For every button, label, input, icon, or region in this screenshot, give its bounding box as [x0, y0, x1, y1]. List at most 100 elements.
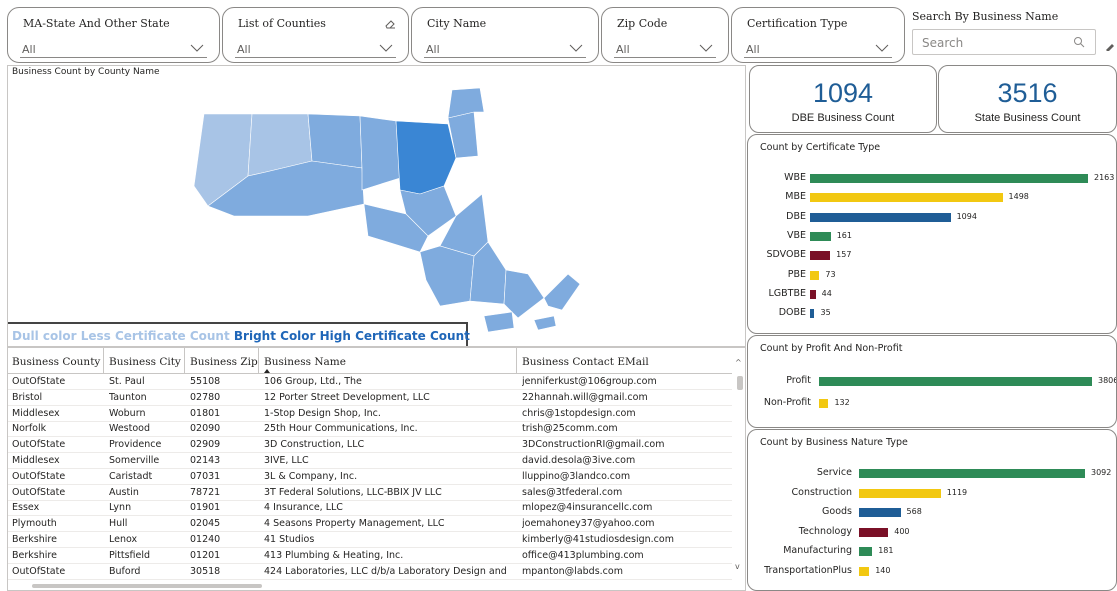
table-row[interactable]: Berkshire Pittsfield 01201 413 Plumbing & H… — [8, 549, 732, 564]
table-row[interactable]: Bristol Taunton 02780 12 Porter Street Deve… — [8, 391, 732, 406]
bar[interactable] — [859, 527, 889, 537]
bar[interactable] — [859, 547, 873, 556]
bar-row[interactable]: MBE 1498 — [748, 190, 1116, 204]
table-row[interactable]: OutOfState Buford 30518 424 Laboratories, L… — [8, 565, 732, 580]
scrollbar-thumb[interactable] — [32, 584, 262, 588]
bar[interactable] — [810, 309, 815, 319]
dropdown-city[interactable]: All — [424, 38, 586, 58]
dropdown-state[interactable]: All — [20, 38, 207, 58]
column-divider[interactable] — [184, 348, 185, 374]
bar[interactable] — [810, 212, 951, 222]
column-header-email[interactable]: Business Contact EMail — [522, 356, 649, 368]
bar[interactable] — [810, 193, 1003, 203]
bar[interactable] — [810, 289, 816, 299]
county-shape[interactable] — [503, 269, 545, 319]
column-header-city[interactable]: Business City — [109, 356, 181, 368]
table-row[interactable]: Middlesex Woburn 01801 1-Stop Design Shop, … — [8, 407, 732, 422]
bar[interactable] — [810, 174, 1088, 183]
dropdown-zip[interactable]: All — [614, 38, 716, 58]
column-header-county[interactable]: Business County — [12, 356, 100, 368]
county-shape[interactable] — [533, 315, 557, 331]
county-shape[interactable] — [359, 115, 401, 191]
county-map[interactable] — [8, 66, 746, 347]
county-shape[interactable] — [307, 113, 363, 169]
slicer-certification[interactable]: Certification Type All — [731, 7, 905, 63]
bar[interactable] — [819, 399, 829, 408]
bar-row[interactable]: Goods 568 — [748, 505, 1116, 519]
bar[interactable] — [810, 251, 831, 261]
scroll-down-icon[interactable]: v — [735, 562, 740, 571]
chevron-down-icon[interactable] — [568, 42, 584, 54]
bar[interactable] — [810, 231, 831, 241]
scrollbar-thumb[interactable] — [737, 376, 743, 390]
scroll-up-icon[interactable]: ^ — [735, 358, 742, 367]
bar-row[interactable]: Service 3092 — [748, 466, 1116, 480]
chevron-down-icon[interactable] — [698, 42, 714, 54]
bar-row[interactable]: Manufacturing 181 — [748, 544, 1116, 558]
bar-row[interactable]: PBE 73 — [748, 268, 1116, 282]
bar-row[interactable]: WBE 2163 — [748, 171, 1116, 185]
county-map-panel: Business Count by County Name Dull color… — [7, 65, 746, 347]
chevron-down-icon[interactable] — [189, 42, 205, 54]
bar-row[interactable]: TransportationPlus 140 — [748, 564, 1116, 578]
table-row[interactable]: Middlesex Somerville 02143 3IVE, LLC david.d… — [8, 454, 732, 469]
bar-row[interactable]: Technology 400 — [748, 525, 1116, 539]
table-row[interactable]: OutOfState Providence 02909 3D Construction… — [8, 438, 732, 454]
profit-chart[interactable]: Count by Profit And Non-Profit Profit 380… — [747, 335, 1117, 428]
bar[interactable] — [859, 469, 1085, 478]
county-shape[interactable] — [543, 273, 581, 311]
bar-value-label: 181 — [878, 546, 894, 555]
table-row[interactable]: Essex Lynn 01901 4 Insurance, LLC mlopez@4in… — [8, 501, 732, 517]
bar[interactable] — [810, 270, 820, 280]
certificate-type-chart[interactable]: Count by Certificate Type WBE 2163 MBE 1498… — [747, 134, 1117, 334]
vertical-scrollbar[interactable]: ^ v — [733, 358, 744, 578]
eraser-icon[interactable] — [1104, 41, 1116, 53]
slicer-title: Zip Code — [617, 17, 668, 30]
table-row[interactable]: OutOfState St. Paul 55108 106 Group, Ltd., … — [8, 375, 732, 390]
slicer-title: MA-State And Other State — [23, 17, 170, 30]
county-shape[interactable] — [419, 245, 475, 307]
county-shape[interactable] — [447, 87, 485, 119]
bar[interactable] — [859, 508, 901, 517]
business-nature-chart[interactable]: Count by Business Nature Type Service 309… — [747, 429, 1117, 591]
table-cell: 02045 — [190, 518, 221, 530]
dropdown-certification[interactable]: All — [744, 38, 892, 58]
search-icon[interactable] — [1073, 36, 1085, 48]
slicer-zip[interactable]: Zip Code All — [601, 7, 729, 63]
chevron-down-icon[interactable] — [874, 42, 890, 54]
bar-row[interactable]: LGBTBE 44 — [748, 287, 1116, 301]
table-row[interactable]: Berkshire Lenox 01240 41 Studios kimberly@41… — [8, 533, 732, 548]
dropdown-counties[interactable]: All — [235, 38, 396, 58]
eraser-icon[interactable] — [384, 18, 396, 30]
bar[interactable] — [859, 566, 870, 576]
chevron-down-icon[interactable] — [378, 42, 394, 54]
table-cell: Austin — [109, 486, 139, 498]
table-cell: 25th Hour Communications, Inc. — [264, 423, 418, 435]
slicer-counties[interactable]: List of Counties All — [222, 7, 409, 63]
slicer-state[interactable]: MA-State And Other State All — [7, 7, 220, 63]
bar[interactable] — [859, 488, 941, 498]
bar-row[interactable]: SDVOBE 157 — [748, 248, 1116, 262]
column-divider[interactable] — [258, 348, 259, 374]
slicer-city[interactable]: City Name All — [411, 7, 599, 63]
search-input[interactable]: Search — [912, 29, 1096, 55]
bar-row[interactable]: Non-Profit 132 — [748, 396, 1116, 410]
bar-row[interactable]: Profit 3806 — [748, 374, 1116, 388]
column-header-zip[interactable]: Business Zip — [190, 356, 258, 368]
county-shape[interactable] — [483, 311, 515, 333]
table-row[interactable]: OutOfState Austin 78721 3T Federal Solution… — [8, 486, 732, 501]
bar-row[interactable]: Construction 1119 — [748, 486, 1116, 500]
column-divider[interactable] — [516, 348, 517, 374]
bar-category-label: TransportationPlus — [764, 564, 852, 576]
column-header-name[interactable]: Business Name — [264, 356, 346, 368]
bar-row[interactable]: DOBE 35 — [748, 306, 1116, 320]
table-row[interactable]: Plymouth Hull 02045 4 Seasons Property Mana… — [8, 517, 732, 533]
bar-row[interactable]: DBE 1094 — [748, 210, 1116, 224]
county-shape[interactable] — [395, 120, 457, 195]
table-row[interactable]: OutOfState Caristadt 07031 3L & Company, In… — [8, 470, 732, 485]
column-divider[interactable] — [103, 348, 104, 374]
horizontal-scrollbar[interactable] — [18, 583, 718, 589]
bar-row[interactable]: VBE 161 — [748, 229, 1116, 243]
bar[interactable] — [819, 377, 1092, 386]
table-row[interactable]: Norfolk Westood 02090 25th Hour Communicati… — [8, 422, 732, 438]
